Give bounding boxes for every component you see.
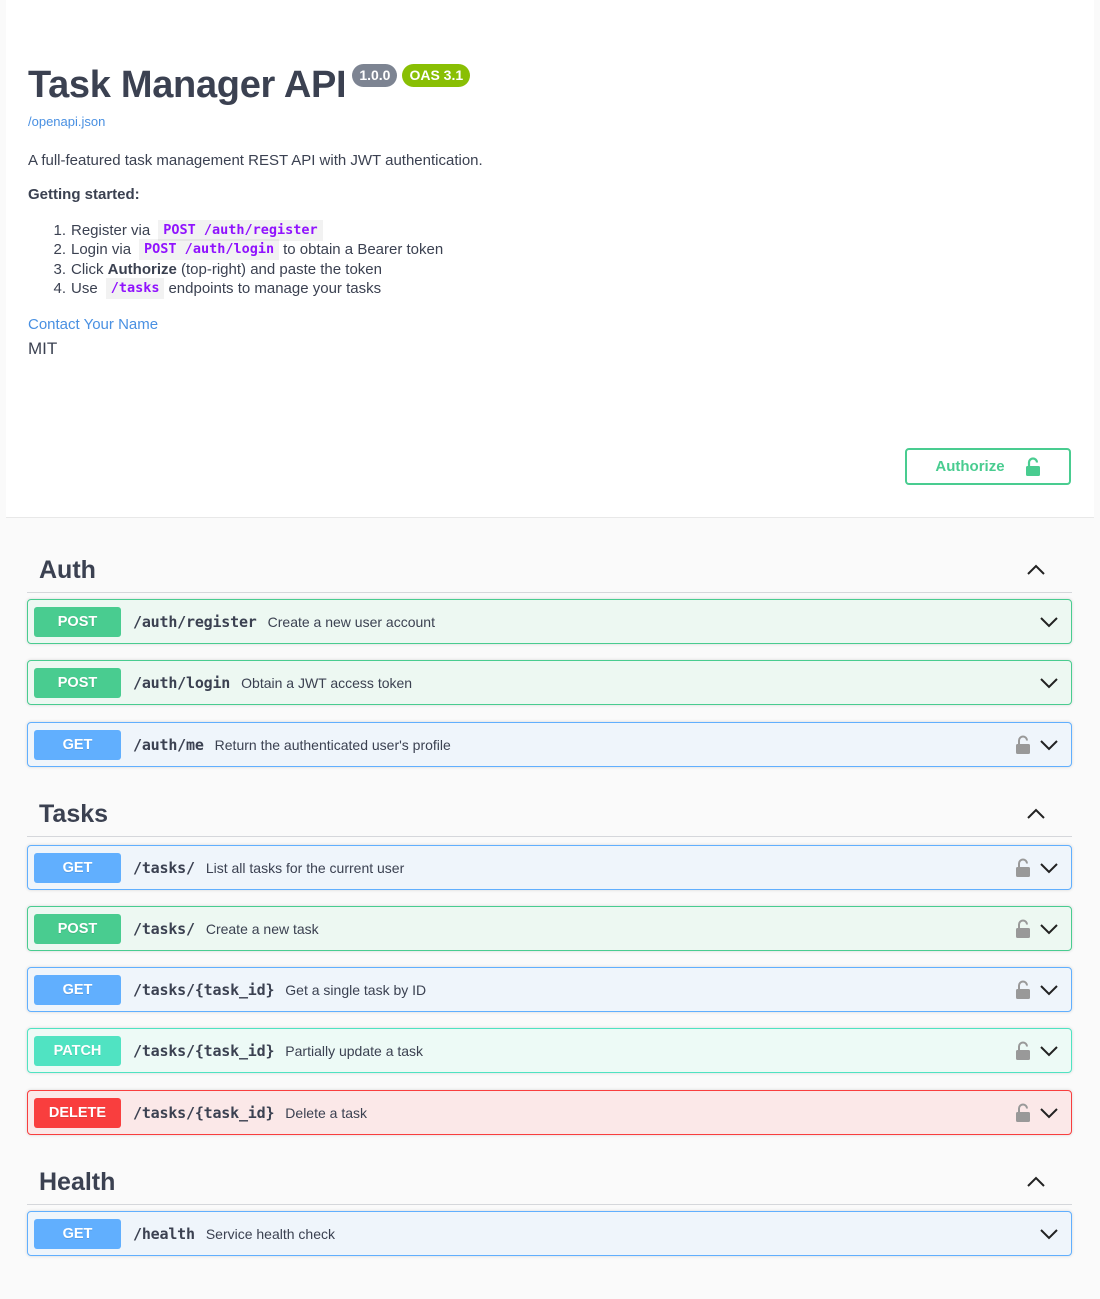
lock-icon[interactable] xyxy=(1015,1041,1031,1061)
op-path: /tasks/{task_id} xyxy=(133,980,275,999)
op-path: /tasks/ xyxy=(133,919,195,938)
op-row[interactable]: DELETE /tasks/{task_id} Delete a task xyxy=(27,1090,1072,1135)
op-summary: Service health check xyxy=(205,1225,336,1242)
chevron-down-icon[interactable] xyxy=(1039,612,1059,632)
chevron-down-icon[interactable] xyxy=(1039,980,1059,1000)
section-auth[interactable]: Auth xyxy=(27,548,1072,593)
inline-code: POST /auth/login xyxy=(139,239,280,261)
op-path: /auth/me xyxy=(133,735,204,754)
lock-icon[interactable] xyxy=(1015,735,1031,755)
list-item: 4. Use /tasks endpoints to manage your t… xyxy=(28,278,443,300)
method-badge: PATCH xyxy=(34,1035,121,1066)
method-badge: GET xyxy=(34,852,121,883)
getting-started-list: 1. Register via POST /auth/register 2. L… xyxy=(28,220,443,300)
method-badge: POST xyxy=(34,667,121,698)
op-summary: Partially update a task xyxy=(285,1042,424,1059)
getting-started-heading: Getting started: xyxy=(28,186,140,203)
chevron-up-icon[interactable] xyxy=(1026,808,1046,820)
lock-icon[interactable] xyxy=(1015,858,1031,878)
section-tasks[interactable]: Tasks xyxy=(27,792,1072,837)
op-summary: Obtain a JWT access token xyxy=(241,674,413,691)
op-path: /tasks/{task_id} xyxy=(133,1103,275,1122)
lock-icon[interactable] xyxy=(1015,919,1031,939)
op-summary: Delete a task xyxy=(285,1104,368,1121)
license-text: MIT xyxy=(28,339,58,358)
info-panel: Task Manager API 1.0.0 OAS 3.1 /openapi.… xyxy=(6,0,1094,518)
chevron-up-icon[interactable] xyxy=(1026,1176,1046,1188)
op-row[interactable]: GET /health Service health check xyxy=(27,1211,1072,1256)
list-item: 3. Click Authorize (top-right) and paste… xyxy=(53,260,382,278)
op-row[interactable]: POST /auth/login Obtain a JWT access tok… xyxy=(27,660,1072,705)
lock-icon[interactable] xyxy=(1015,980,1031,1000)
method-badge: GET xyxy=(34,1218,121,1249)
chevron-down-icon[interactable] xyxy=(1039,1103,1059,1123)
method-badge: DELETE xyxy=(34,1097,121,1128)
method-badge: POST xyxy=(34,606,121,637)
chevron-down-icon[interactable] xyxy=(1039,1224,1059,1244)
op-row[interactable]: PATCH /tasks/{task_id} Partially update … xyxy=(27,1028,1072,1073)
list-item: 1. Register via POST /auth/register xyxy=(28,220,443,242)
op-summary: Create a new task xyxy=(205,920,319,937)
chevron-down-icon[interactable] xyxy=(1039,735,1059,755)
authorize-label: Authorize xyxy=(935,458,1005,475)
op-row[interactable]: GET /auth/me Return the authenticated us… xyxy=(27,722,1072,767)
api-description: A full-featured task management REST API… xyxy=(28,152,483,169)
section-title: Tasks xyxy=(39,799,109,828)
op-row[interactable]: POST /auth/register Create a new user ac… xyxy=(27,599,1072,644)
inline-code: POST /auth/register xyxy=(158,220,323,242)
op-summary: Return the authenticated user's profile xyxy=(214,736,451,753)
section-title: Auth xyxy=(39,555,96,584)
op-row[interactable]: GET /tasks/{task_id} Get a single task b… xyxy=(27,967,1072,1012)
op-summary: Get a single task by ID xyxy=(285,981,427,998)
op-path: /auth/login xyxy=(133,673,231,692)
op-path: /auth/register xyxy=(133,612,257,631)
op-path: /tasks/{task_id} xyxy=(133,1041,275,1060)
method-badge: GET xyxy=(34,974,121,1005)
op-summary: List all tasks for the current user xyxy=(205,859,405,876)
op-row[interactable]: POST /tasks/ Create a new task xyxy=(27,906,1072,951)
op-row[interactable]: GET /tasks/ List all tasks for the curre… xyxy=(27,845,1072,890)
openapi-json-link[interactable]: /openapi.json xyxy=(28,114,105,129)
chevron-down-icon[interactable] xyxy=(1039,858,1059,878)
title-row: Task Manager API 1.0.0 OAS 3.1 xyxy=(28,62,471,108)
op-path: /tasks/ xyxy=(133,858,195,877)
method-badge: GET xyxy=(34,729,121,760)
list-item: 2. Login via POST /auth/login to obtain … xyxy=(28,239,443,261)
section-title: Health xyxy=(39,1167,116,1196)
contact-link[interactable]: Contact Your Name xyxy=(28,316,158,333)
op-summary: Create a new user account xyxy=(267,613,435,630)
unlock-icon xyxy=(1025,456,1040,476)
chevron-down-icon[interactable] xyxy=(1039,919,1059,939)
method-badge: POST xyxy=(34,913,121,944)
page-title: Task Manager API xyxy=(28,64,347,106)
chevron-up-icon[interactable] xyxy=(1026,564,1046,576)
inline-code: /tasks xyxy=(105,278,165,300)
section-health[interactable]: Health xyxy=(27,1160,1072,1205)
chevron-down-icon[interactable] xyxy=(1039,1041,1059,1061)
oas-badge: OAS 3.1 xyxy=(402,64,471,87)
chevron-down-icon[interactable] xyxy=(1039,673,1059,693)
op-path: /health xyxy=(133,1224,195,1243)
lock-icon[interactable] xyxy=(1015,1103,1031,1123)
authorize-button[interactable]: Authorize xyxy=(905,448,1071,485)
version-badge: 1.0.0 xyxy=(352,64,398,87)
